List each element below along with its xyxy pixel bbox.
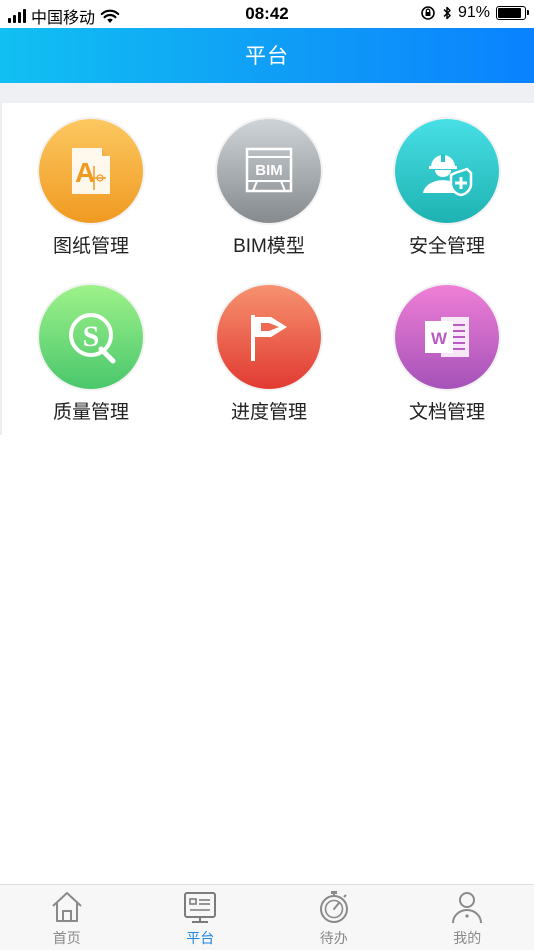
platform-icon <box>184 892 217 923</box>
module-documents[interactable]: W 文档管理 <box>358 269 534 435</box>
svg-text:S: S <box>83 320 100 353</box>
module-label: 文档管理 <box>408 402 485 423</box>
tab-home[interactable]: 首页 <box>0 885 134 950</box>
module-schedule[interactable]: 进度管理 <box>180 269 358 435</box>
quality-icon: S <box>39 285 143 389</box>
user-icon <box>452 892 483 924</box>
status-right: 91% <box>420 4 529 22</box>
home-icon <box>52 892 82 922</box>
battery-icon <box>496 6 529 20</box>
stopwatch-icon <box>319 891 348 923</box>
svg-text:BIM: BIM <box>255 162 283 179</box>
module-safety[interactable]: 安全管理 <box>358 103 534 269</box>
module-drawings[interactable]: A 图纸管理 <box>2 103 180 269</box>
tab-todo[interactable]: 待办 <box>267 885 401 950</box>
module-label: BIM模型 <box>233 236 305 257</box>
battery-fill <box>498 8 521 18</box>
platform-screen: 中国移动 08:42 91% 平台 A 图纸管理 BIM BIM模型 安全管理 … <box>0 0 534 950</box>
tab-label: 我的 <box>453 930 482 946</box>
bluetooth-icon <box>443 6 451 20</box>
page-title: 平台 <box>245 45 289 68</box>
status-bar: 中国移动 08:42 91% <box>0 0 534 28</box>
module-label: 质量管理 <box>52 402 129 423</box>
drawing-icon: A <box>39 119 143 223</box>
orientation-lock-icon <box>421 6 435 20</box>
module-label: 安全管理 <box>408 236 485 257</box>
tab-label: 待办 <box>319 930 348 946</box>
bim-icon: BIM <box>217 119 321 223</box>
module-label: 图纸管理 <box>52 236 129 257</box>
module-quality[interactable]: S 质量管理 <box>2 269 180 435</box>
word-document-icon: W <box>395 285 499 389</box>
safety-worker-icon <box>395 119 499 223</box>
module-bim[interactable]: BIM BIM模型 <box>180 103 358 269</box>
tab-platform[interactable]: 平台 <box>134 885 268 950</box>
tab-bar: 首页 平台 待办 我的 <box>0 884 534 950</box>
flag-icon <box>217 285 321 389</box>
battery-percent: 91% <box>457 4 490 21</box>
tab-label: 首页 <box>52 930 81 946</box>
svg-text:W: W <box>431 329 448 348</box>
svg-text:A: A <box>75 157 95 188</box>
tab-label: 平台 <box>186 930 215 946</box>
module-grid: A 图纸管理 BIM BIM模型 安全管理 S 质量管理 进度管理 W 文档管理 <box>0 103 534 435</box>
tab-mine[interactable]: 我的 <box>401 885 534 950</box>
section-divider <box>0 83 534 103</box>
header: 中国移动 08:42 91% 平台 <box>0 0 534 83</box>
module-label: 进度管理 <box>230 402 307 423</box>
